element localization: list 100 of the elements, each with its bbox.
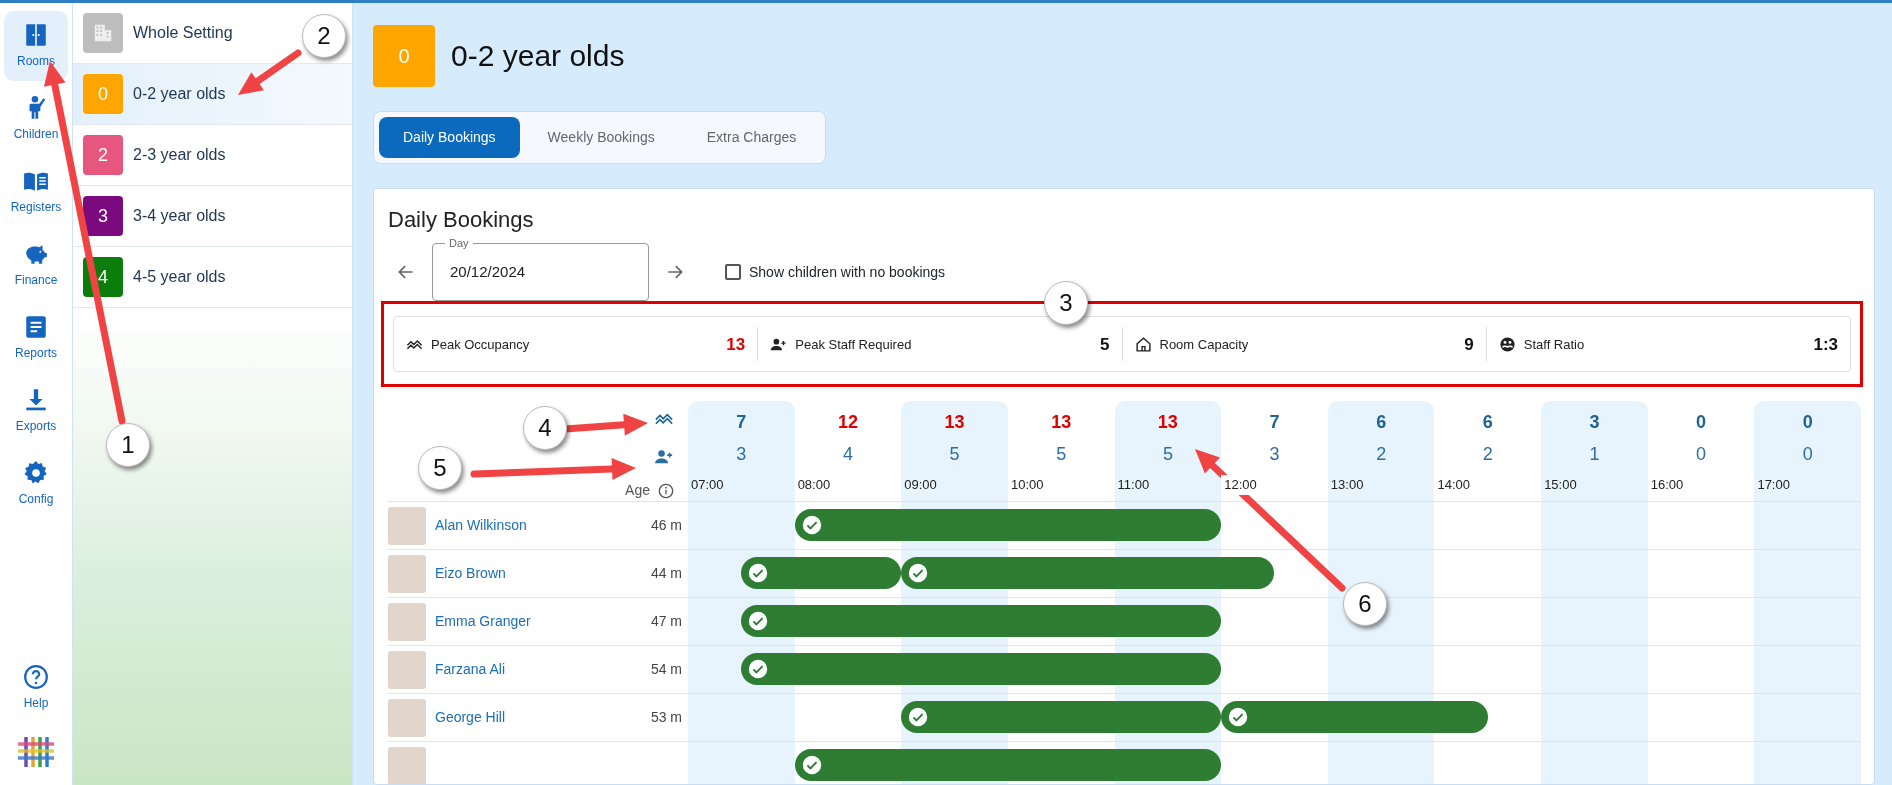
help-button[interactable]: Help xyxy=(4,653,68,723)
staff-count: 2 xyxy=(1375,443,1388,467)
staff-count: 5 xyxy=(1161,443,1174,467)
check-circle-icon xyxy=(748,563,769,584)
building-icon xyxy=(92,22,114,44)
nav-rail-item[interactable]: Exports xyxy=(4,376,68,446)
peak-count: 7 xyxy=(1268,411,1281,435)
stat-value: 13 xyxy=(726,333,746,356)
age-value: 44 m xyxy=(650,564,682,584)
stat-value: 9 xyxy=(1464,333,1474,356)
time-label: 12:00 xyxy=(1221,475,1259,495)
staff-count: 2 xyxy=(1481,443,1494,467)
photo-placeholder xyxy=(388,650,426,689)
people-circle-icon xyxy=(1498,335,1516,353)
booking-bar[interactable] xyxy=(741,605,1222,638)
nav-rail-item[interactable]: Config xyxy=(4,449,68,519)
booking-bar[interactable] xyxy=(901,557,1275,590)
nav-rail-item[interactable]: Finance xyxy=(4,230,68,300)
tab[interactable]: Daily Bookings xyxy=(379,117,520,158)
age-value: 54 m xyxy=(650,660,682,680)
stat-value: 1:3 xyxy=(1813,333,1838,356)
room-badge: 3 xyxy=(83,196,123,236)
card-title: Daily Bookings xyxy=(388,207,535,234)
room-badge: 0 xyxy=(83,74,123,114)
help-icon xyxy=(23,664,49,690)
peak-count: 13 xyxy=(1156,411,1179,435)
check-circle-icon xyxy=(1228,707,1249,728)
staff-count: 0 xyxy=(1801,443,1814,467)
booking-bar[interactable] xyxy=(741,557,902,590)
stat-value: 5 xyxy=(1100,333,1110,356)
check-circle-icon xyxy=(908,563,929,584)
stat-label: Room Capacity xyxy=(1159,335,1249,354)
room-label: 4-5 year olds xyxy=(133,267,226,287)
child-name-link[interactable]: Emma Granger xyxy=(435,611,642,633)
nav-rail-item[interactable]: Reports xyxy=(4,303,68,373)
photo-placeholder xyxy=(388,746,426,784)
peak-count: 0 xyxy=(1695,411,1708,435)
booking-bar[interactable] xyxy=(794,749,1222,782)
staff-count: 4 xyxy=(841,443,854,467)
room-list-item[interactable]: 0 0-2 year olds xyxy=(73,64,352,125)
peak-count: 12 xyxy=(836,411,859,435)
peak-count: 13 xyxy=(943,411,966,435)
room-badge: 2 xyxy=(83,135,123,175)
child-name-link[interactable]: George Hill xyxy=(435,707,642,729)
peak-count: 6 xyxy=(1375,411,1388,435)
document-icon xyxy=(23,314,49,340)
tartan-logo-icon xyxy=(18,737,54,767)
age-value: 47 m xyxy=(650,612,682,632)
tab[interactable]: Weekly Bookings xyxy=(523,117,679,158)
staff-count: 1 xyxy=(1588,443,1601,467)
room-label: 3-4 year olds xyxy=(133,206,226,226)
nav-rail-item[interactable]: Registers xyxy=(4,157,68,227)
info-icon xyxy=(658,482,674,499)
checkbox[interactable] xyxy=(725,264,741,281)
room-label: Whole Setting xyxy=(133,23,233,43)
booking-bar[interactable] xyxy=(1221,701,1488,734)
check-circle-icon xyxy=(748,659,769,680)
annotation-arrow xyxy=(238,49,302,95)
nav-rail-item[interactable]: Rooms xyxy=(4,11,68,81)
tab[interactable]: Extra Charges xyxy=(682,117,821,158)
page-title: 0-2 year olds xyxy=(451,38,625,74)
check-circle-icon xyxy=(801,515,822,536)
room-label: 2-3 year olds xyxy=(133,145,226,165)
staff-count: 0 xyxy=(1695,443,1708,467)
gear-icon xyxy=(23,460,49,486)
photo-placeholder xyxy=(388,554,426,593)
peak-count: 3 xyxy=(1588,411,1601,435)
child-name-link[interactable]: Alan Wilkinson xyxy=(435,515,642,537)
age-label: Age xyxy=(625,481,650,501)
door-icon xyxy=(23,22,49,48)
photo-placeholder xyxy=(388,602,426,641)
room-badge: 0 xyxy=(373,25,435,87)
download-icon xyxy=(23,387,49,413)
peak-count: 7 xyxy=(735,411,748,435)
field-value: 20/12/2024 xyxy=(450,262,526,283)
photo-placeholder xyxy=(388,698,426,737)
check-circle-icon xyxy=(801,755,822,776)
child-name-link[interactable]: Farzana Ali xyxy=(435,659,642,681)
staff-count: 5 xyxy=(948,443,961,467)
checkbox-label: Show children with no bookings xyxy=(749,262,946,282)
room-label: 0-2 year olds xyxy=(133,84,226,104)
age-value: 46 m xyxy=(650,516,682,536)
age-value: 53 m xyxy=(650,708,682,728)
photo-placeholder xyxy=(388,506,426,545)
stat-label: Peak Staff Required xyxy=(795,335,912,354)
staff-count: 5 xyxy=(1055,443,1068,467)
nav-rail-item[interactable]: Children xyxy=(4,84,68,154)
peak-count: 6 xyxy=(1481,411,1494,435)
booking-bar[interactable] xyxy=(794,509,1222,542)
staff-count: 3 xyxy=(735,443,748,467)
check-circle-icon xyxy=(748,611,769,632)
booking-bar[interactable] xyxy=(741,653,1222,686)
house-icon xyxy=(1134,335,1152,353)
stat-label: Peak Occupancy xyxy=(431,335,530,354)
child-name-link[interactable]: Eizo Brown xyxy=(435,563,642,585)
peak-count: 13 xyxy=(1050,411,1073,435)
peak-count: 0 xyxy=(1801,411,1814,435)
booking-bar[interactable] xyxy=(901,701,1222,734)
stat-label: Staff Ratio xyxy=(1523,335,1585,354)
check-circle-icon xyxy=(908,707,929,728)
